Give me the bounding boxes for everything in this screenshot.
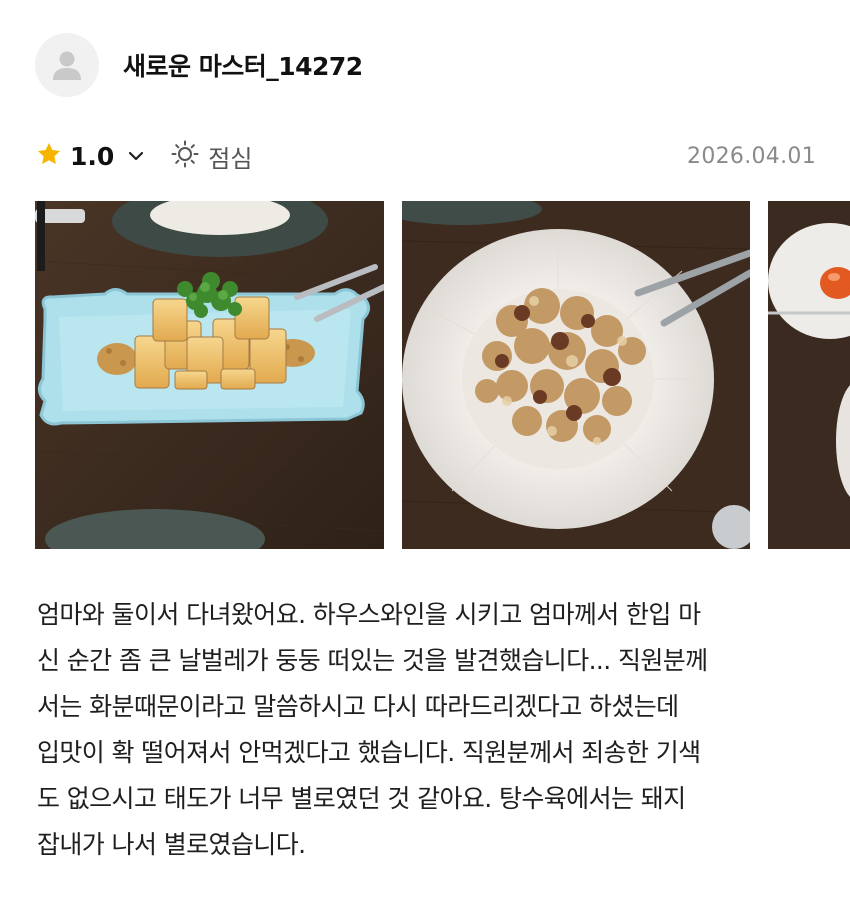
review-date: 2026.04.01 bbox=[687, 143, 816, 169]
meal-time-label: 점심 bbox=[208, 144, 253, 173]
review-meta-row: 1.0 점심 2026.04.01 bbox=[36, 136, 816, 176]
review-text: 엄마와 둘이서 다녀왔어요. 하우스와인을 시키고 엄마께서 한입 마 신 순간… bbox=[37, 600, 708, 859]
default-user-avatar-icon[interactable] bbox=[35, 33, 99, 97]
review-photo-2[interactable] bbox=[402, 201, 750, 549]
rating-value: 1.0 bbox=[70, 141, 115, 171]
photo-carousel[interactable] bbox=[0, 201, 850, 549]
star-icon bbox=[36, 141, 62, 171]
reviewer-header: 새로운 마스터_14272 bbox=[35, 33, 363, 97]
reviewer-name[interactable]: 새로운 마스터_14272 bbox=[123, 47, 363, 83]
rating-toggle[interactable]: 1.0 bbox=[36, 141, 144, 171]
review-photo-1[interactable] bbox=[35, 201, 384, 549]
sun-icon bbox=[170, 139, 200, 173]
meal-time: 점심 bbox=[170, 139, 252, 174]
chevron-down-icon[interactable] bbox=[128, 150, 144, 162]
review-photo-3[interactable] bbox=[768, 201, 850, 549]
